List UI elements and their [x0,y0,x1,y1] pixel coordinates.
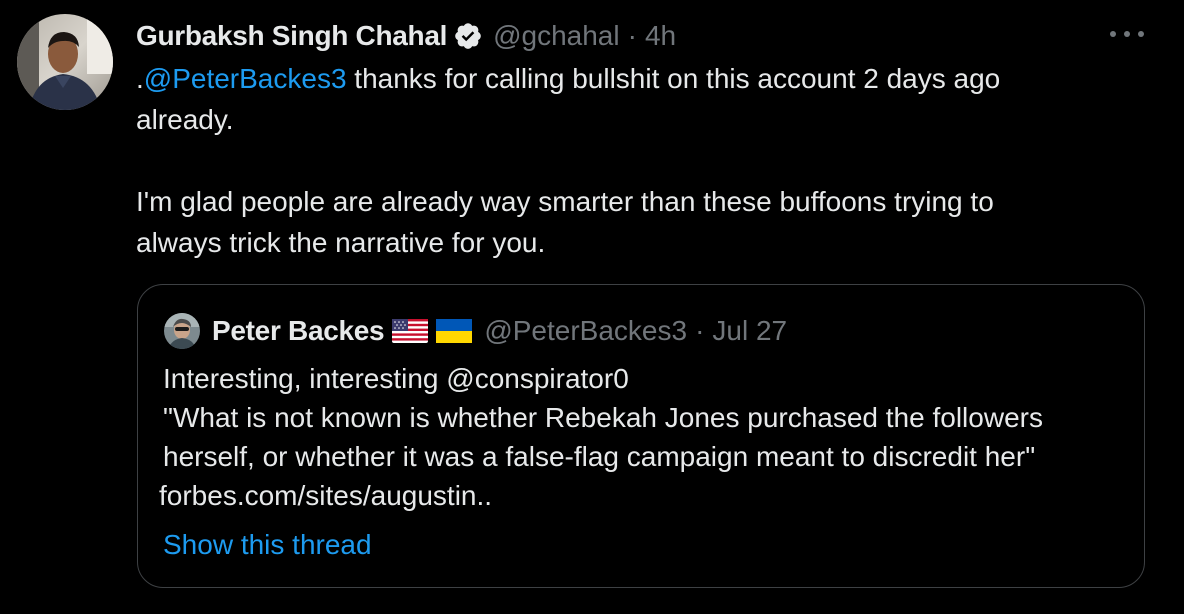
tweet-header: Gurbaksh Singh Chahal @gchahal · 4h [136,16,676,56]
quoted-text-line: Interesting, interesting @conspirator0 [163,363,629,394]
tweet[interactable]: Gurbaksh Singh Chahal @gchahal · 4h .@Pe… [0,0,1184,614]
author-avatar[interactable] [17,14,113,110]
tweet-text-line: .@PeterBackes3 thanks for calling bullsh… [136,58,1146,99]
quoted-tweet-timestamp[interactable]: Jul 27 [712,315,787,347]
quoted-author-name[interactable]: Peter Backes [212,315,385,347]
author-name[interactable]: Gurbaksh Singh Chahal [136,20,447,52]
ukraine-flag-icon [436,319,473,343]
more-options-icon[interactable] [1110,24,1144,44]
quoted-author-avatar[interactable] [164,313,200,349]
tweet-text-segment: thanks for calling bullshit on this acco… [346,63,1001,94]
quoted-tweet-text: Interesting, interesting @conspirator0 "… [159,359,1133,515]
quoted-tweet-header: Peter Backes @PeterBackes3 · Jul 27 [164,311,787,351]
quoted-header-separator: · [695,315,705,346]
tweet-text-prefix: . [136,63,144,94]
tweet-text-line: I'm glad people are already way smarter … [136,186,994,217]
tweet-timestamp[interactable]: 4h [645,20,676,52]
tweet-text-line: always trick the narrative for you. [136,227,546,258]
quoted-text-line: "What is not known is whether Rebekah Jo… [163,402,1043,433]
quoted-text-line: herself, or whether it was a false-flag … [163,441,1036,472]
mention-link[interactable]: @PeterBackes3 [144,63,347,94]
quoted-tweet-link[interactable]: forbes.com/sites/augustin.. [159,476,1133,515]
header-separator: · [627,20,637,51]
author-handle[interactable]: @gchahal [493,20,620,52]
show-thread-link[interactable]: Show this thread [163,527,372,563]
quoted-tweet[interactable]: Peter Backes @PeterBackes3 · Jul 27 Inte… [137,284,1145,588]
tweet-text: .@PeterBackes3 thanks for calling bullsh… [136,58,1146,263]
us-flag-icon [392,319,429,343]
tweet-text-line: already. [136,104,234,135]
quoted-author-handle[interactable]: @PeterBackes3 [484,315,687,347]
verified-badge-icon [453,21,483,51]
